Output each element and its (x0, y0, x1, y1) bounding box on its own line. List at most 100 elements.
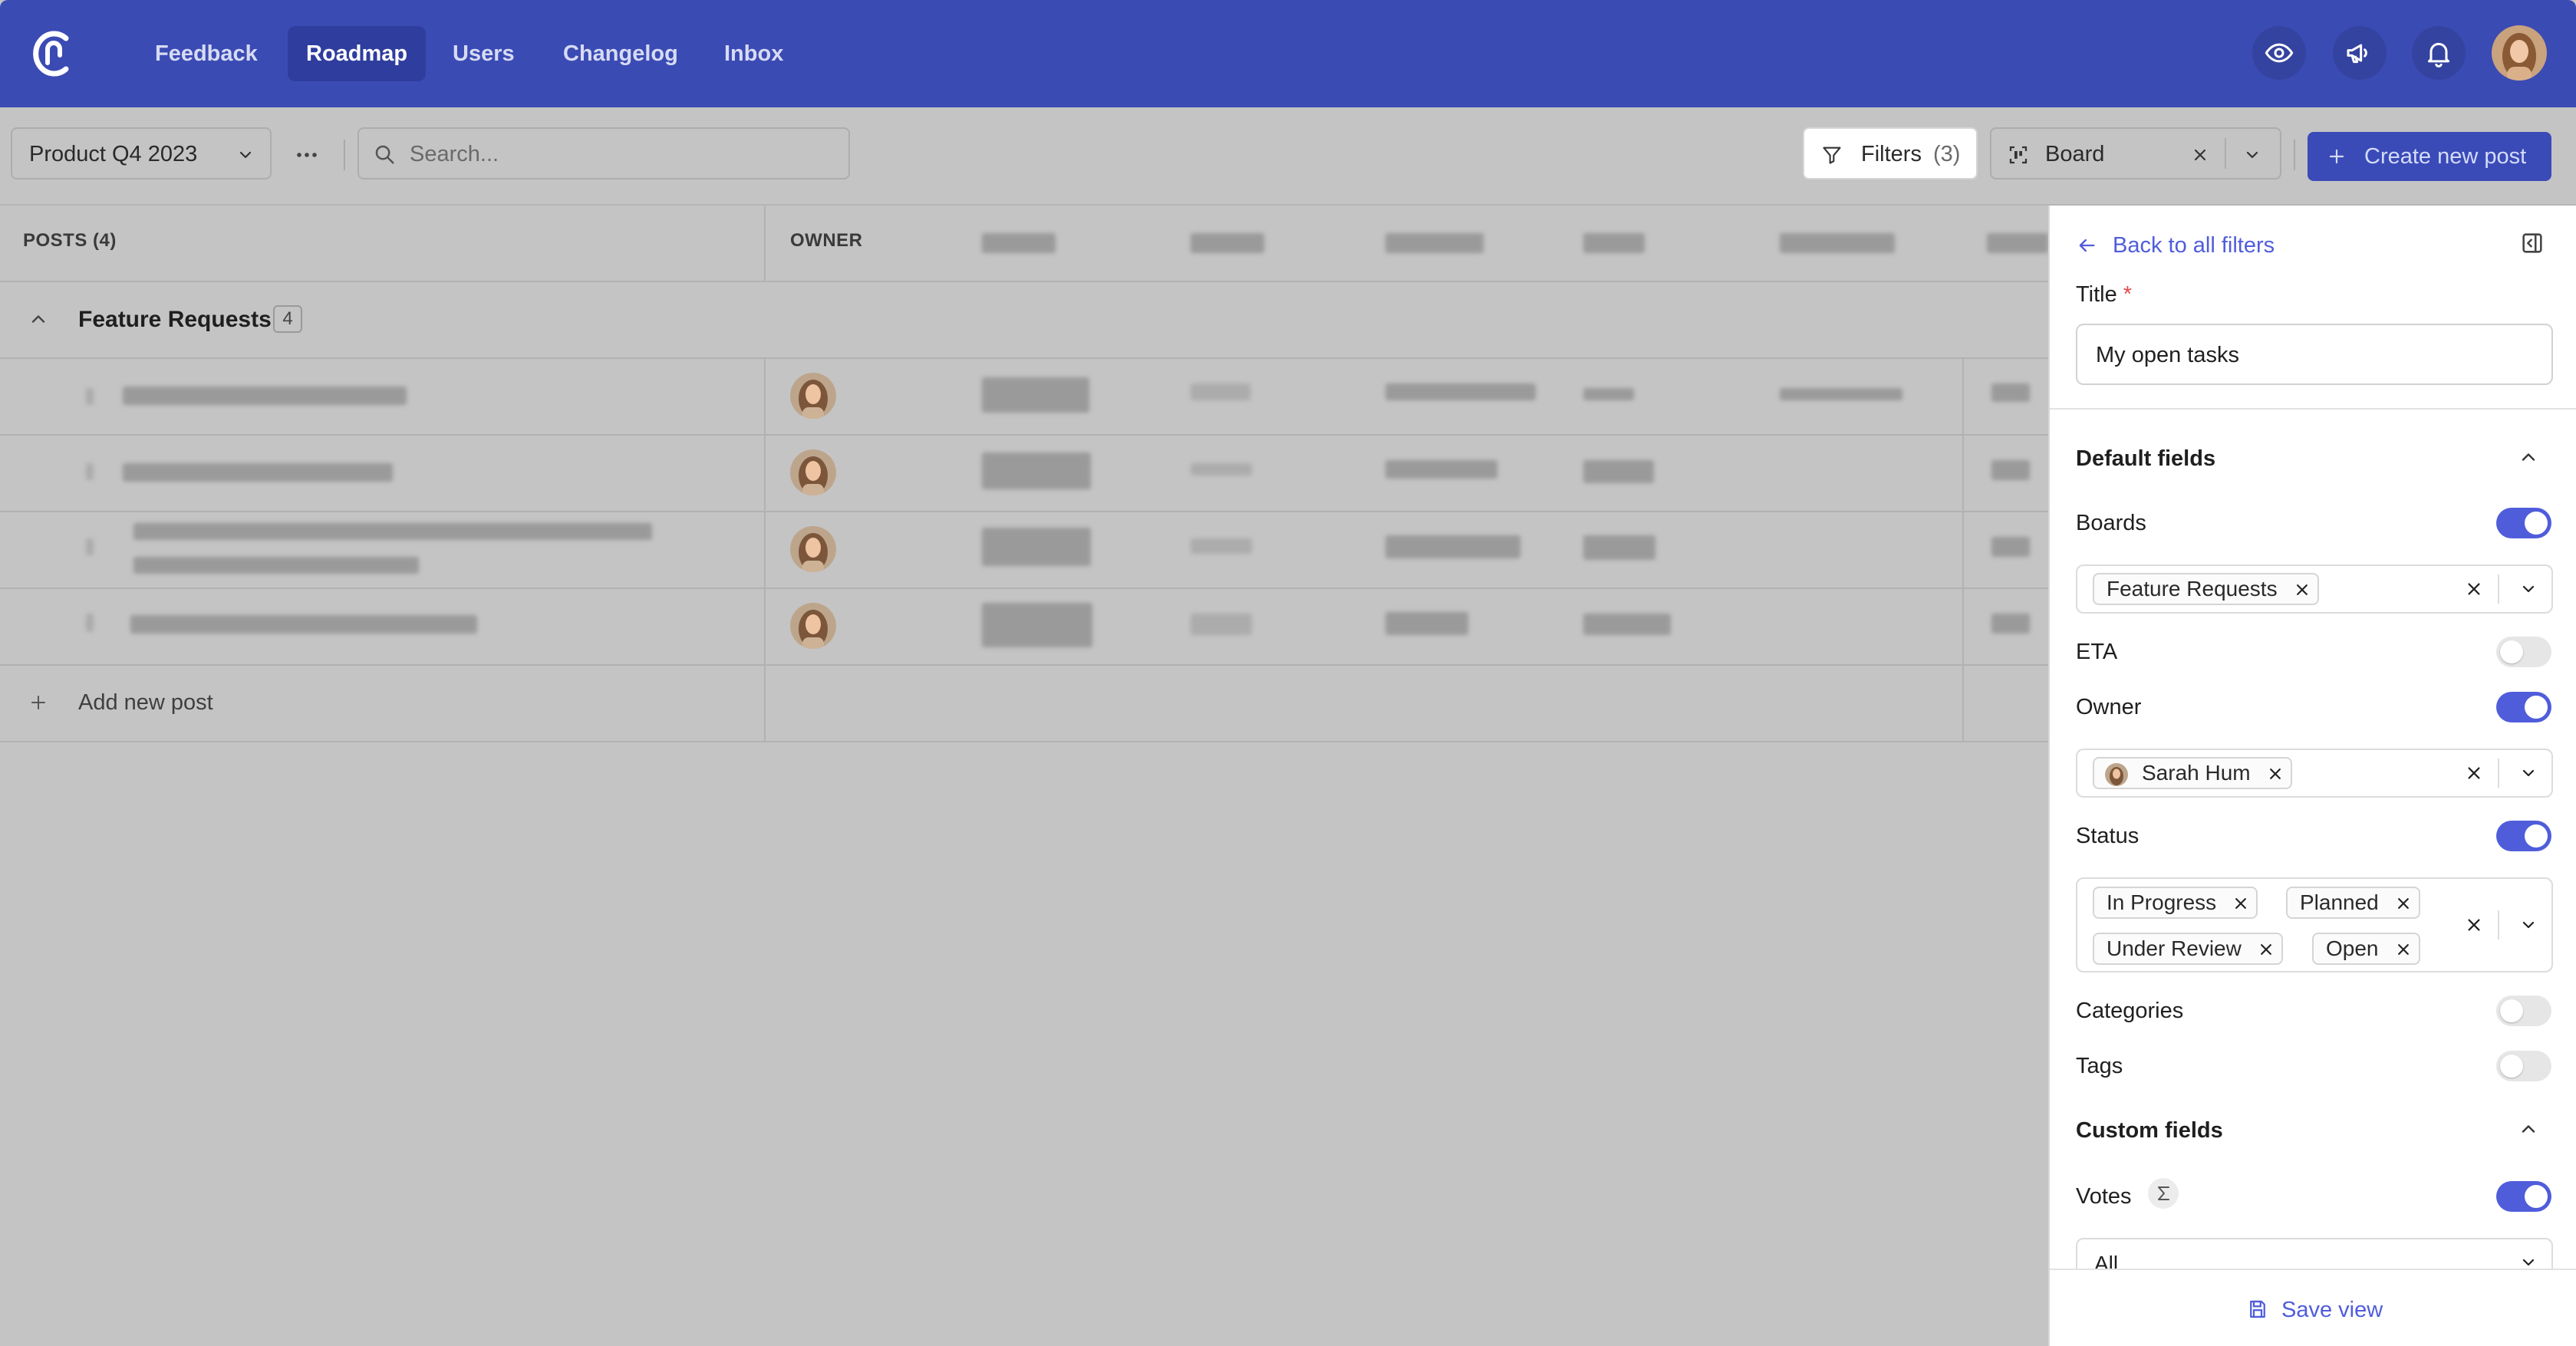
nav-changelog[interactable]: Changelog (545, 26, 697, 81)
clear-selection-icon[interactable] (2466, 581, 2482, 597)
status-chip-label: Open (2326, 936, 2379, 960)
blurred-cell (1191, 614, 1252, 635)
blurred-cell (1780, 388, 1902, 400)
owner-column-header[interactable]: OWNER (790, 230, 863, 252)
remove-chip-icon[interactable] (2294, 582, 2310, 597)
blurred-cell (1583, 388, 1634, 400)
remove-chip-icon[interactable] (2258, 942, 2274, 957)
posts-column-header[interactable]: POSTS (4) (23, 230, 117, 252)
app-logo[interactable] (28, 26, 80, 80)
remove-chip-icon[interactable] (2396, 896, 2411, 911)
blurred-cell (1991, 614, 2030, 634)
owner-avatar (790, 526, 836, 572)
column-divider (1962, 357, 1964, 741)
group-title: Feature Requests (78, 307, 272, 332)
tags-toggle[interactable] (2496, 1051, 2551, 1081)
owner-chip-avatar (2105, 763, 2128, 786)
clear-selection-icon[interactable] (2466, 917, 2482, 933)
chevron-down-icon[interactable] (2243, 146, 2261, 164)
owner-avatar (790, 603, 836, 649)
roadmap-select[interactable]: Product Q4 2023 (11, 127, 272, 179)
blurred-post-title (133, 523, 652, 540)
blurred-column-header (1583, 233, 1645, 253)
create-new-post-label: Create new post (2364, 144, 2527, 169)
title-input[interactable]: My open tasks (2076, 324, 2553, 385)
blurred-post-title (133, 557, 419, 574)
plus-icon (31, 696, 45, 709)
roadmap-select-label: Product Q4 2023 (29, 142, 198, 166)
owner-toggle[interactable] (2496, 692, 2551, 722)
chevron-up-icon[interactable] (2518, 446, 2539, 468)
blurred-column-header (1191, 233, 1264, 253)
owner-avatar (790, 373, 836, 419)
votes-toggle[interactable] (2496, 1181, 2551, 1212)
filter-panel: Back to all filters Title * My open task… (2048, 206, 2576, 1346)
clear-view-icon[interactable] (2191, 146, 2209, 164)
add-new-post-row[interactable]: Add new post (0, 666, 764, 739)
column-divider (764, 206, 766, 282)
filters-button[interactable]: Filters (3) (1803, 127, 1978, 179)
row-handle (86, 614, 94, 632)
status-chip: Open (2312, 933, 2420, 965)
view-select[interactable]: Board (1990, 127, 2281, 179)
eta-label: ETA (2076, 640, 2118, 664)
more-options-icon[interactable] (292, 140, 322, 170)
group-count-badge: 4 (273, 305, 302, 333)
owner-avatar (790, 449, 836, 495)
status-chip-label: Planned (2300, 890, 2379, 914)
chevron-down-icon[interactable] (2519, 580, 2538, 598)
row-divider (0, 511, 2050, 512)
back-to-filters-label: Back to all filters (2113, 233, 2275, 258)
view-select-label: Board (2045, 142, 2105, 166)
status-toggle[interactable] (2496, 821, 2551, 851)
blurred-cell (1583, 614, 1671, 635)
blurred-column-header (1385, 233, 1484, 253)
toolbar-divider (344, 140, 345, 170)
collapse-panel-icon[interactable] (2519, 230, 2545, 256)
status-chip-label: Under Review (2107, 936, 2242, 960)
status-chip: Under Review (2093, 933, 2283, 965)
clear-selection-icon[interactable] (2466, 765, 2482, 782)
megaphone-icon[interactable] (2333, 26, 2387, 80)
create-new-post-button[interactable]: Create new post (2308, 132, 2551, 181)
nav-users[interactable]: Users (434, 26, 533, 81)
blurred-cell (982, 453, 1091, 489)
nav-inbox[interactable]: Inbox (706, 26, 802, 81)
boards-select[interactable]: Feature Requests (2076, 564, 2553, 614)
blurred-cell (1991, 537, 2030, 557)
chevron-down-icon[interactable] (2519, 916, 2538, 934)
nav-feedback[interactable]: Feedback (137, 26, 276, 81)
board-chip: Feature Requests (2093, 573, 2319, 605)
row-handle (86, 463, 94, 480)
status-chip: Planned (2286, 887, 2420, 919)
owner-chip: Sarah Hum (2093, 757, 2292, 789)
user-avatar[interactable] (2492, 25, 2547, 81)
owner-select[interactable]: Sarah Hum (2076, 749, 2553, 798)
select-divider (2498, 910, 2499, 940)
chevron-down-icon[interactable] (2519, 764, 2538, 782)
blurred-cell (982, 377, 1089, 413)
blurred-column-header (1780, 233, 1895, 253)
chevron-up-icon[interactable] (28, 308, 49, 330)
select-divider (2498, 574, 2499, 604)
blurred-cell (1191, 463, 1252, 476)
status-select[interactable]: In Progress Planned Under Review Open (2076, 877, 2553, 972)
search-input[interactable]: Search... (357, 127, 850, 179)
remove-chip-icon[interactable] (2396, 942, 2411, 957)
remove-chip-icon[interactable] (2233, 896, 2248, 911)
title-input-value: My open tasks (2096, 343, 2239, 367)
blurred-post-title (130, 615, 477, 634)
save-icon (2250, 1300, 2265, 1318)
bell-icon[interactable] (2412, 26, 2466, 80)
eta-toggle[interactable] (2496, 637, 2551, 667)
board-view-icon (2009, 146, 2028, 164)
boards-toggle[interactable] (2496, 508, 2551, 538)
blurred-cell (1583, 460, 1654, 483)
categories-toggle[interactable] (2496, 996, 2551, 1026)
eye-icon[interactable] (2252, 26, 2306, 80)
nav-roadmap[interactable]: Roadmap (288, 26, 427, 81)
plus-icon (2329, 149, 2344, 164)
votes-label: Votes (2076, 1184, 2132, 1209)
chevron-up-icon[interactable] (2518, 1118, 2539, 1140)
remove-chip-icon[interactable] (2268, 766, 2283, 782)
